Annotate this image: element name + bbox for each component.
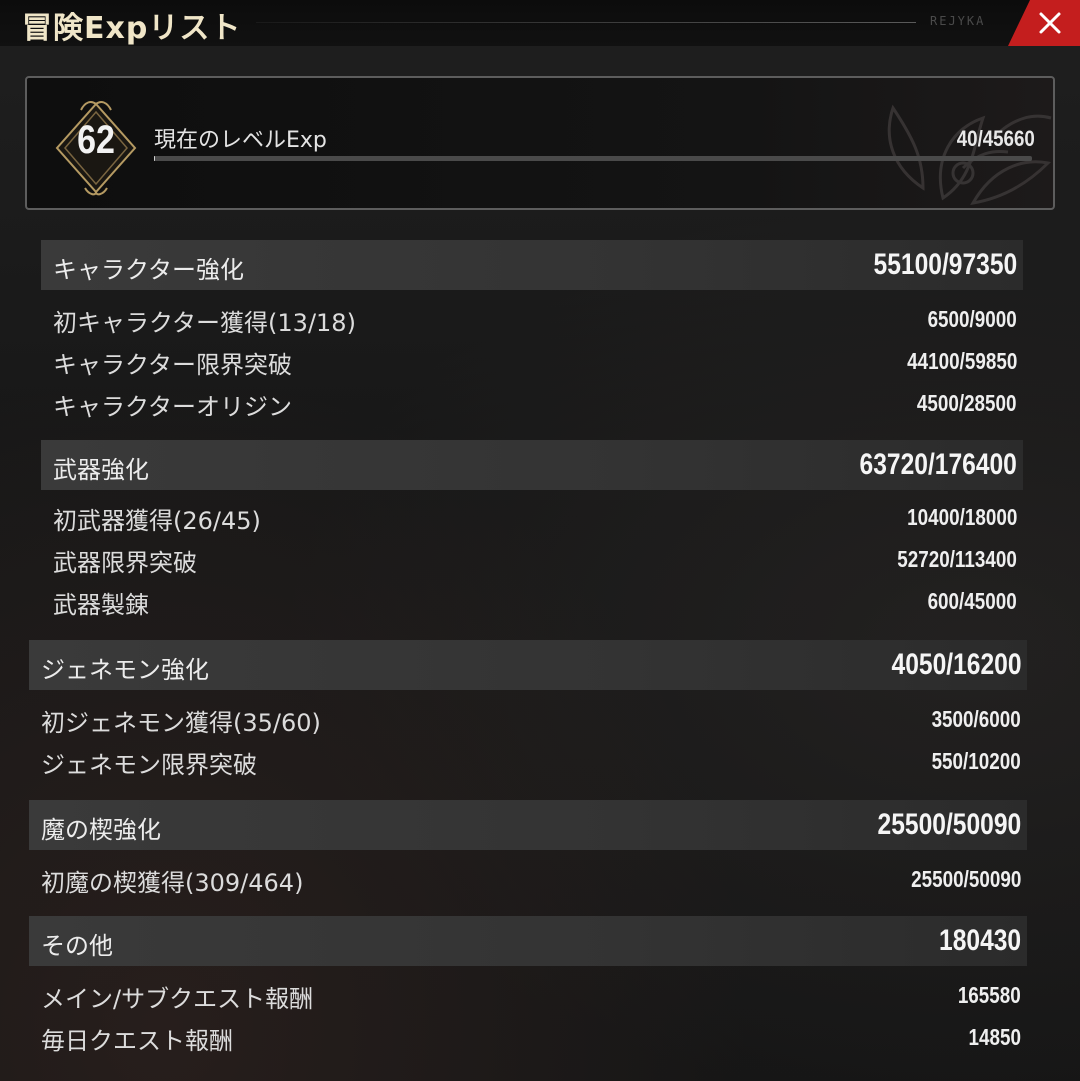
section-genemon: ジェネモン強化 4050/16200 初ジェネモン獲得(35/60) 3500/… <box>29 640 1027 780</box>
level-number: 62 <box>77 118 115 162</box>
section-header: 武器強化 63720/176400 <box>41 440 1023 490</box>
section-header: その他 180430 <box>29 916 1027 966</box>
exp-list-window: 冒険Expリスト REJYKA 62 現在のレベルExp 40/45660 キャ… <box>0 0 1080 1081</box>
section-header: キャラクター強化 55100/97350 <box>41 240 1023 290</box>
list-item: メイン/サブクエスト報酬 165580 <box>29 972 1027 1014</box>
row-label: 初魔の楔獲得(309/464) <box>41 869 304 897</box>
list-item: 初武器獲得(26/45) 10400/18000 <box>41 494 1023 536</box>
header-tag: REJYKA <box>930 14 986 28</box>
section-title: 武器強化 <box>53 456 149 484</box>
row-value: 14850 <box>968 1024 1021 1050</box>
current-level-panel: 62 現在のレベルExp 40/45660 <box>25 76 1055 210</box>
section-other: その他 180430 メイン/サブクエスト報酬 165580 毎日クエスト報酬 … <box>29 916 1027 1056</box>
row-value: 600/45000 <box>927 588 1017 614</box>
section-title: 魔の楔強化 <box>41 816 161 844</box>
level-exp-label: 現在のレベルExp <box>154 128 327 153</box>
section-weapon: 武器強化 63720/176400 初武器獲得(26/45) 10400/180… <box>41 440 1023 620</box>
row-label: メイン/サブクエスト報酬 <box>41 985 314 1013</box>
row-value: 550/10200 <box>931 748 1021 774</box>
section-total: 180430 <box>938 924 1021 957</box>
section-title: ジェネモン強化 <box>41 656 209 684</box>
row-value: 6500/9000 <box>927 306 1017 332</box>
level-exp-progress-fill <box>154 156 155 161</box>
section-title: キャラクター強化 <box>53 256 245 284</box>
section-character: キャラクター強化 55100/97350 初キャラクター獲得(13/18) 65… <box>41 240 1023 422</box>
close-icon[interactable] <box>1034 7 1066 39</box>
list-item: キャラクターオリジン 4500/28500 <box>41 380 1023 422</box>
section-total: 4050/16200 <box>891 648 1021 681</box>
section-total: 25500/50090 <box>877 808 1021 841</box>
row-value: 4500/28500 <box>917 390 1017 416</box>
window-header: 冒険Expリスト REJYKA <box>0 0 1080 46</box>
level-exp-progress-bar <box>154 156 1032 161</box>
section-wedge: 魔の楔強化 25500/50090 初魔の楔獲得(309/464) 25500/… <box>29 800 1027 898</box>
row-value: 25500/50090 <box>910 866 1021 892</box>
list-item: キャラクター限界突破 44100/59850 <box>41 338 1023 380</box>
list-item: ジェネモン限界突破 550/10200 <box>29 738 1027 780</box>
list-item: 武器製錬 600/45000 <box>41 578 1023 620</box>
row-value: 52720/113400 <box>897 546 1017 572</box>
list-item: 初魔の楔獲得(309/464) 25500/50090 <box>29 856 1027 898</box>
row-value: 44100/59850 <box>906 348 1017 374</box>
row-label: ジェネモン限界突破 <box>41 751 257 779</box>
list-item: 初キャラクター獲得(13/18) 6500/9000 <box>41 296 1023 338</box>
list-item: 初ジェネモン獲得(35/60) 3500/6000 <box>29 696 1027 738</box>
window-title: 冒険Expリスト <box>22 11 242 46</box>
row-label: キャラクター限界突破 <box>53 351 293 379</box>
level-exp-value: 40/45660 <box>956 126 1035 151</box>
row-label: 初キャラクター獲得(13/18) <box>53 309 356 337</box>
header-divider <box>256 22 916 23</box>
row-value: 3500/6000 <box>931 706 1021 732</box>
row-label: 初ジェネモン獲得(35/60) <box>41 709 321 737</box>
row-value: 10400/18000 <box>906 504 1017 530</box>
row-label: キャラクターオリジン <box>53 393 293 421</box>
section-header: 魔の楔強化 25500/50090 <box>29 800 1027 850</box>
section-total: 55100/97350 <box>873 248 1017 281</box>
section-header: ジェネモン強化 4050/16200 <box>29 640 1027 690</box>
row-value: 165580 <box>958 982 1021 1008</box>
list-item: 毎日クエスト報酬 14850 <box>29 1014 1027 1056</box>
list-item: 武器限界突破 52720/113400 <box>41 536 1023 578</box>
section-total: 63720/176400 <box>859 448 1017 481</box>
row-label: 毎日クエスト報酬 <box>41 1027 233 1055</box>
row-label: 武器限界突破 <box>53 549 197 577</box>
row-label: 武器製錬 <box>53 591 149 619</box>
row-label: 初武器獲得(26/45) <box>53 507 261 535</box>
section-title: その他 <box>41 932 113 960</box>
